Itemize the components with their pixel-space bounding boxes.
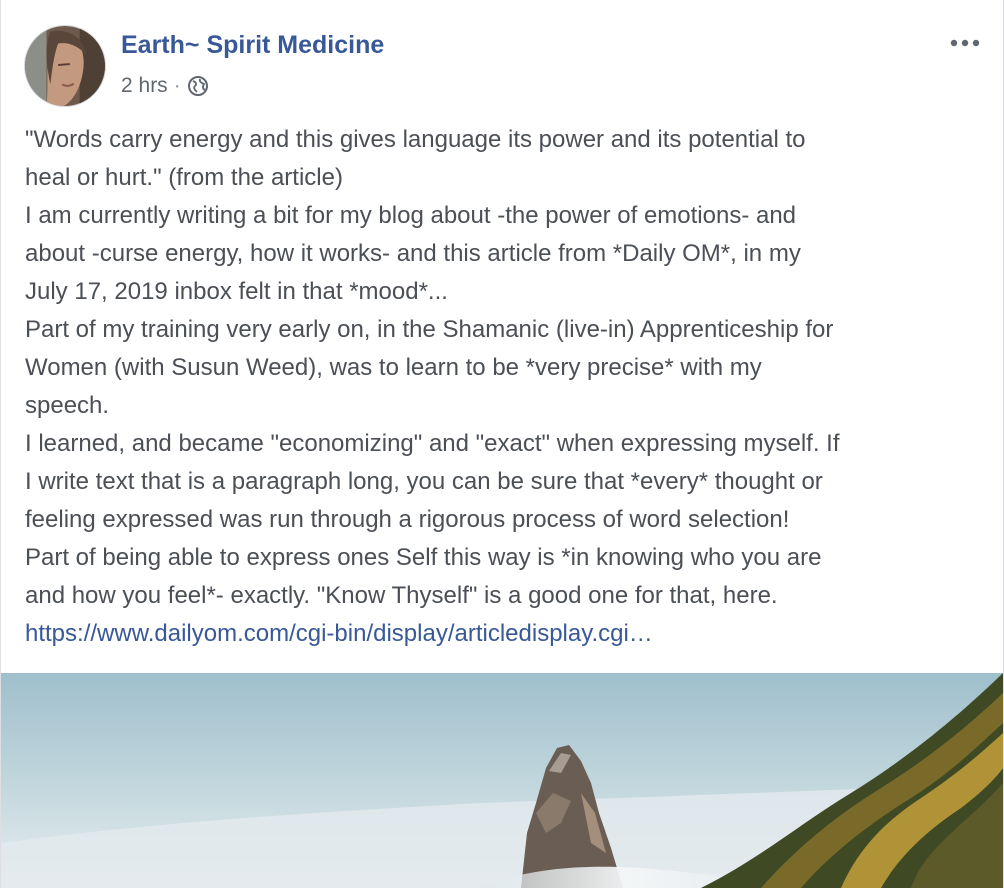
meta-separator: · <box>173 74 181 97</box>
facebook-post: Earth~ Spirit Medicine 2 hrs · "Words ca… <box>0 0 1004 888</box>
avatar-image <box>25 26 105 106</box>
post-timestamp[interactable]: 2 hrs <box>121 74 168 98</box>
post-text-line: feeling expressed was run through a rigo… <box>25 506 790 533</box>
post-author-name[interactable]: Earth~ Spirit Medicine <box>121 31 384 60</box>
post-text-line: I am currently writing a bit for my blog… <box>25 202 797 229</box>
post-text-line: Part of my training very early on, in th… <box>25 316 834 343</box>
ellipsis-icon <box>950 39 980 47</box>
post-text-line: speech. <box>25 392 110 419</box>
globe-icon[interactable] <box>187 75 209 97</box>
post-text-line: and how you feel*- exactly. "Know Thysel… <box>25 582 778 609</box>
post-header: Earth~ Spirit Medicine 2 hrs · <box>1 0 1003 120</box>
article-link[interactable]: https://www.dailyom.com/cgi-bin/display/… <box>25 620 653 647</box>
post-text-line: I write text that is a paragraph long, y… <box>25 468 823 495</box>
post-text-line: I learned, and became "economizing" and … <box>25 430 840 457</box>
post-text-line: heal or hurt." (from the article) <box>25 164 343 191</box>
avatar[interactable] <box>24 25 106 107</box>
post-text-line: "Words carry energy and this gives langu… <box>25 126 806 153</box>
post-text-line: July 17, 2019 inbox felt in that *mood*.… <box>25 278 448 305</box>
post-image[interactable] <box>1 673 1003 888</box>
post-text-line: Women (with Susun Weed), was to learn to… <box>25 354 762 381</box>
more-options-button[interactable] <box>945 28 985 58</box>
mountain-photo <box>1 673 1003 888</box>
post-text-line: Part of being able to express ones Self … <box>25 544 822 571</box>
post-text-line: about -curse energy, how it works- and t… <box>25 240 801 267</box>
post-body: "Words carry energy and this gives langu… <box>25 121 987 653</box>
post-meta: 2 hrs · <box>121 72 209 100</box>
